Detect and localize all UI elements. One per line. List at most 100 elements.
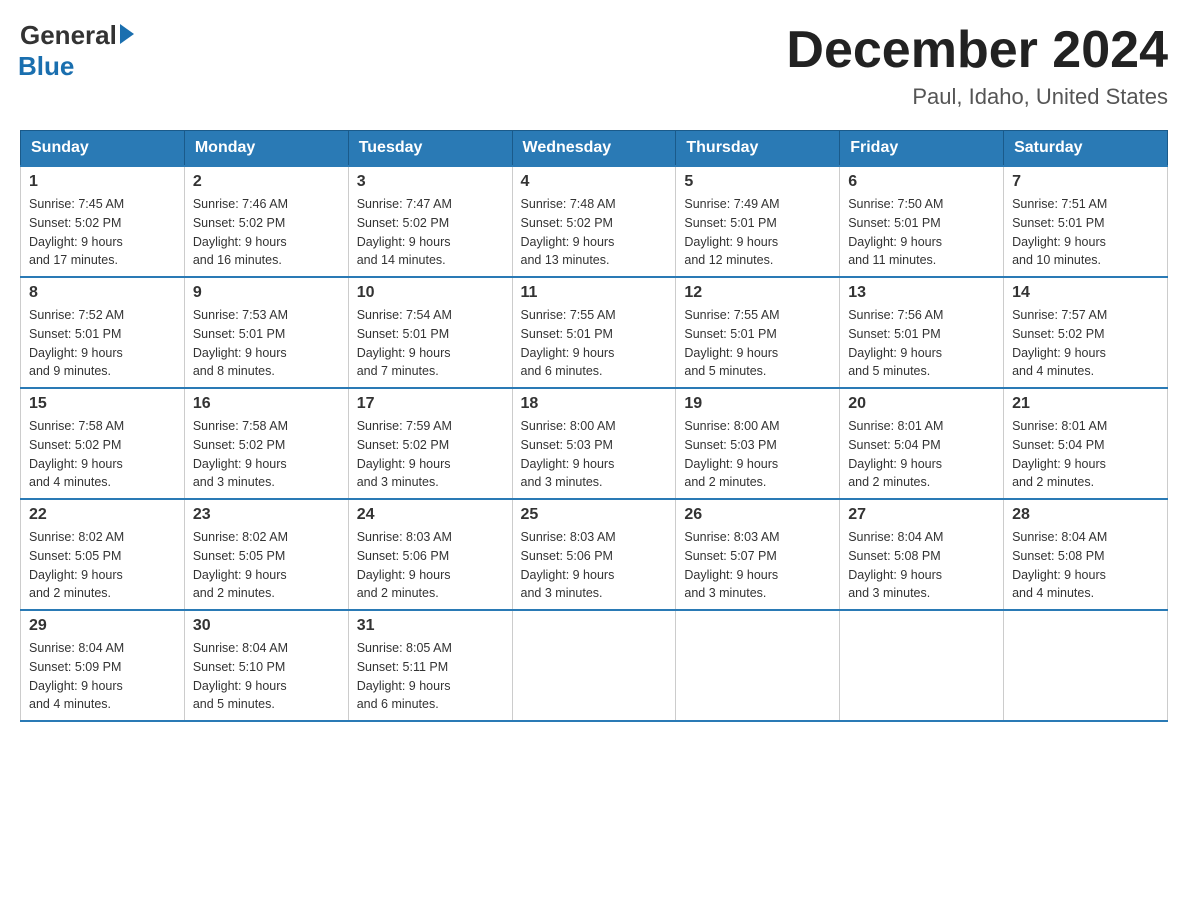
day-number: 11 <box>521 284 668 302</box>
day-info: Sunrise: 7:56 AM Sunset: 5:01 PM Dayligh… <box>848 306 995 381</box>
day-info: Sunrise: 7:50 AM Sunset: 5:01 PM Dayligh… <box>848 195 995 270</box>
day-info: Sunrise: 8:02 AM Sunset: 5:05 PM Dayligh… <box>193 528 340 603</box>
day-number: 29 <box>29 617 176 635</box>
calendar-cell <box>840 610 1004 721</box>
location: Paul, Idaho, United States <box>786 84 1168 110</box>
day-number: 4 <box>521 173 668 191</box>
col-sunday: Sunday <box>21 131 185 167</box>
day-info: Sunrise: 8:04 AM Sunset: 5:08 PM Dayligh… <box>1012 528 1159 603</box>
day-info: Sunrise: 7:48 AM Sunset: 5:02 PM Dayligh… <box>521 195 668 270</box>
day-info: Sunrise: 8:00 AM Sunset: 5:03 PM Dayligh… <box>684 417 831 492</box>
header-row: Sunday Monday Tuesday Wednesday Thursday… <box>21 131 1168 167</box>
day-number: 10 <box>357 284 504 302</box>
day-info: Sunrise: 8:05 AM Sunset: 5:11 PM Dayligh… <box>357 639 504 714</box>
day-info: Sunrise: 7:57 AM Sunset: 5:02 PM Dayligh… <box>1012 306 1159 381</box>
day-number: 2 <box>193 173 340 191</box>
day-info: Sunrise: 7:58 AM Sunset: 5:02 PM Dayligh… <box>193 417 340 492</box>
day-number: 24 <box>357 506 504 524</box>
calendar-cell: 17 Sunrise: 7:59 AM Sunset: 5:02 PM Dayl… <box>348 388 512 499</box>
logo-general-text: General <box>20 20 117 51</box>
day-info: Sunrise: 8:01 AM Sunset: 5:04 PM Dayligh… <box>848 417 995 492</box>
day-info: Sunrise: 7:47 AM Sunset: 5:02 PM Dayligh… <box>357 195 504 270</box>
day-number: 20 <box>848 395 995 413</box>
calendar-cell: 28 Sunrise: 8:04 AM Sunset: 5:08 PM Dayl… <box>1004 499 1168 610</box>
day-number: 23 <box>193 506 340 524</box>
calendar-cell: 25 Sunrise: 8:03 AM Sunset: 5:06 PM Dayl… <box>512 499 676 610</box>
day-info: Sunrise: 8:02 AM Sunset: 5:05 PM Dayligh… <box>29 528 176 603</box>
calendar-cell <box>1004 610 1168 721</box>
calendar-week-2: 8 Sunrise: 7:52 AM Sunset: 5:01 PM Dayli… <box>21 277 1168 388</box>
calendar-cell: 22 Sunrise: 8:02 AM Sunset: 5:05 PM Dayl… <box>21 499 185 610</box>
day-info: Sunrise: 8:00 AM Sunset: 5:03 PM Dayligh… <box>521 417 668 492</box>
calendar-body: 1 Sunrise: 7:45 AM Sunset: 5:02 PM Dayli… <box>21 166 1168 721</box>
day-number: 9 <box>193 284 340 302</box>
calendar-cell: 14 Sunrise: 7:57 AM Sunset: 5:02 PM Dayl… <box>1004 277 1168 388</box>
col-thursday: Thursday <box>676 131 840 167</box>
day-number: 5 <box>684 173 831 191</box>
calendar-week-5: 29 Sunrise: 8:04 AM Sunset: 5:09 PM Dayl… <box>21 610 1168 721</box>
calendar-cell: 2 Sunrise: 7:46 AM Sunset: 5:02 PM Dayli… <box>184 166 348 277</box>
day-number: 13 <box>848 284 995 302</box>
day-info: Sunrise: 7:54 AM Sunset: 5:01 PM Dayligh… <box>357 306 504 381</box>
calendar-cell: 5 Sunrise: 7:49 AM Sunset: 5:01 PM Dayli… <box>676 166 840 277</box>
day-info: Sunrise: 8:04 AM Sunset: 5:09 PM Dayligh… <box>29 639 176 714</box>
day-number: 6 <box>848 173 995 191</box>
day-info: Sunrise: 7:55 AM Sunset: 5:01 PM Dayligh… <box>521 306 668 381</box>
logo: General Blue <box>20 20 134 82</box>
calendar-cell: 18 Sunrise: 8:00 AM Sunset: 5:03 PM Dayl… <box>512 388 676 499</box>
calendar-cell: 29 Sunrise: 8:04 AM Sunset: 5:09 PM Dayl… <box>21 610 185 721</box>
day-number: 14 <box>1012 284 1159 302</box>
day-number: 27 <box>848 506 995 524</box>
day-number: 25 <box>521 506 668 524</box>
day-number: 15 <box>29 395 176 413</box>
col-monday: Monday <box>184 131 348 167</box>
day-number: 22 <box>29 506 176 524</box>
calendar-cell <box>676 610 840 721</box>
calendar-cell: 30 Sunrise: 8:04 AM Sunset: 5:10 PM Dayl… <box>184 610 348 721</box>
month-title: December 2024 <box>786 20 1168 80</box>
calendar-cell: 3 Sunrise: 7:47 AM Sunset: 5:02 PM Dayli… <box>348 166 512 277</box>
calendar-cell: 6 Sunrise: 7:50 AM Sunset: 5:01 PM Dayli… <box>840 166 1004 277</box>
day-info: Sunrise: 8:04 AM Sunset: 5:08 PM Dayligh… <box>848 528 995 603</box>
calendar-cell: 11 Sunrise: 7:55 AM Sunset: 5:01 PM Dayl… <box>512 277 676 388</box>
calendar-cell <box>512 610 676 721</box>
day-number: 1 <box>29 173 176 191</box>
day-info: Sunrise: 7:51 AM Sunset: 5:01 PM Dayligh… <box>1012 195 1159 270</box>
calendar-cell: 1 Sunrise: 7:45 AM Sunset: 5:02 PM Dayli… <box>21 166 185 277</box>
calendar-cell: 23 Sunrise: 8:02 AM Sunset: 5:05 PM Dayl… <box>184 499 348 610</box>
day-number: 7 <box>1012 173 1159 191</box>
calendar-cell: 21 Sunrise: 8:01 AM Sunset: 5:04 PM Dayl… <box>1004 388 1168 499</box>
calendar-cell: 9 Sunrise: 7:53 AM Sunset: 5:01 PM Dayli… <box>184 277 348 388</box>
day-info: Sunrise: 7:55 AM Sunset: 5:01 PM Dayligh… <box>684 306 831 381</box>
logo-arrow-icon <box>120 24 134 44</box>
calendar-cell: 27 Sunrise: 8:04 AM Sunset: 5:08 PM Dayl… <box>840 499 1004 610</box>
col-wednesday: Wednesday <box>512 131 676 167</box>
day-info: Sunrise: 8:04 AM Sunset: 5:10 PM Dayligh… <box>193 639 340 714</box>
calendar-cell: 8 Sunrise: 7:52 AM Sunset: 5:01 PM Dayli… <box>21 277 185 388</box>
day-info: Sunrise: 7:49 AM Sunset: 5:01 PM Dayligh… <box>684 195 831 270</box>
calendar-cell: 13 Sunrise: 7:56 AM Sunset: 5:01 PM Dayl… <box>840 277 1004 388</box>
day-info: Sunrise: 7:53 AM Sunset: 5:01 PM Dayligh… <box>193 306 340 381</box>
day-number: 19 <box>684 395 831 413</box>
day-info: Sunrise: 8:01 AM Sunset: 5:04 PM Dayligh… <box>1012 417 1159 492</box>
calendar-cell: 15 Sunrise: 7:58 AM Sunset: 5:02 PM Dayl… <box>21 388 185 499</box>
calendar-table: Sunday Monday Tuesday Wednesday Thursday… <box>20 130 1168 722</box>
day-info: Sunrise: 7:52 AM Sunset: 5:01 PM Dayligh… <box>29 306 176 381</box>
calendar-cell: 10 Sunrise: 7:54 AM Sunset: 5:01 PM Dayl… <box>348 277 512 388</box>
calendar-header: Sunday Monday Tuesday Wednesday Thursday… <box>21 131 1168 167</box>
day-number: 28 <box>1012 506 1159 524</box>
col-saturday: Saturday <box>1004 131 1168 167</box>
day-number: 26 <box>684 506 831 524</box>
day-number: 31 <box>357 617 504 635</box>
calendar-week-1: 1 Sunrise: 7:45 AM Sunset: 5:02 PM Dayli… <box>21 166 1168 277</box>
calendar-week-4: 22 Sunrise: 8:02 AM Sunset: 5:05 PM Dayl… <box>21 499 1168 610</box>
calendar-cell: 7 Sunrise: 7:51 AM Sunset: 5:01 PM Dayli… <box>1004 166 1168 277</box>
day-info: Sunrise: 8:03 AM Sunset: 5:07 PM Dayligh… <box>684 528 831 603</box>
col-friday: Friday <box>840 131 1004 167</box>
logo-blue-text: Blue <box>18 51 74 82</box>
day-number: 18 <box>521 395 668 413</box>
col-tuesday: Tuesday <box>348 131 512 167</box>
calendar-cell: 4 Sunrise: 7:48 AM Sunset: 5:02 PM Dayli… <box>512 166 676 277</box>
calendar-cell: 24 Sunrise: 8:03 AM Sunset: 5:06 PM Dayl… <box>348 499 512 610</box>
calendar-week-3: 15 Sunrise: 7:58 AM Sunset: 5:02 PM Dayl… <box>21 388 1168 499</box>
